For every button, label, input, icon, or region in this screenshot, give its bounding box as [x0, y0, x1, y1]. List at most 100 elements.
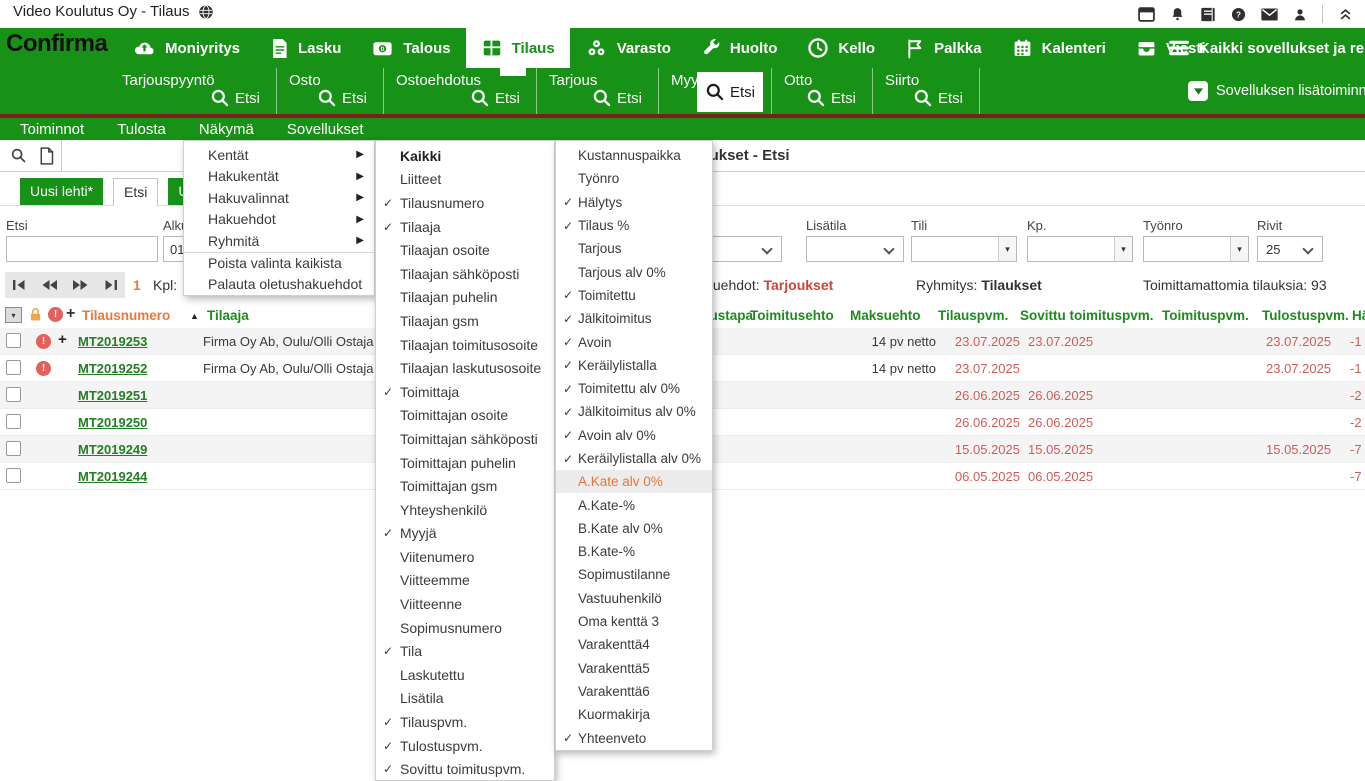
column-header-toimituspvm[interactable]: Toimituspvm.	[1162, 308, 1249, 323]
menu-item[interactable]: Tilaajan toimitusosoite	[376, 333, 554, 357]
globe-icon[interactable]	[198, 4, 214, 20]
menu-item[interactable]: ✓ Myyjä	[376, 522, 554, 546]
menu-item[interactable]: Lisätila	[376, 687, 554, 711]
menu-item[interactable]: Palauta oletushakuehdot	[184, 273, 374, 295]
menu-item[interactable]: B.Kate-%	[556, 540, 712, 563]
menu-item[interactable]: A.Kate alv 0%	[556, 470, 712, 493]
lisatila-select[interactable]	[806, 236, 904, 262]
menu-item[interactable]: ✓ Sovittu toimituspvm.	[376, 757, 554, 781]
collapse-chevrons-icon[interactable]	[1338, 7, 1353, 22]
menu-item[interactable]: Tilaajan gsm	[376, 309, 554, 333]
subnav-search-button[interactable]: Etsi	[798, 85, 864, 111]
menu-item[interactable]: Toimittajan sähköposti	[376, 427, 554, 451]
subnav-search-button[interactable]: Etsi	[202, 85, 268, 111]
prev-page-button[interactable]	[41, 279, 58, 291]
menu-item[interactable]: Kentät ▶	[184, 144, 374, 166]
menu-item[interactable]: ✓ Toimitettu alv 0%	[556, 377, 712, 400]
nav-item-lasku[interactable]: Lasku	[255, 28, 356, 68]
menu-item[interactable]: ✓ Keräilylistalla alv 0%	[556, 447, 712, 470]
menu-item[interactable]: Oma kenttä 3	[556, 610, 712, 633]
menu-item[interactable]: ✓ Tila	[376, 639, 554, 663]
menu-item[interactable]: B.Kate alv 0%	[556, 517, 712, 540]
menu-item[interactable]: Kuormakirja	[556, 703, 712, 726]
row-checkbox[interactable]	[6, 387, 21, 402]
subnav-search-button[interactable]: Etsi	[309, 85, 375, 111]
order-number-link[interactable]: MT2019244	[78, 469, 147, 484]
next-page-button[interactable]	[72, 279, 89, 291]
menu-item[interactable]: Toimittajan gsm	[376, 474, 554, 498]
menubar-item[interactable]: Sovellukset	[287, 121, 364, 138]
subnav-search-button[interactable]: Etsi	[697, 72, 763, 112]
menu-item[interactable]: Sopimustilanne	[556, 563, 712, 586]
nav-item-talous[interactable]: 0 Talous	[356, 28, 465, 68]
caret-down-icon[interactable]: ▾	[998, 237, 1016, 261]
kp-combobox[interactable]: ▾	[1027, 236, 1133, 262]
menu-item[interactable]: ✓ Tilauspvm.	[376, 710, 554, 734]
new-document-icon[interactable]	[39, 147, 54, 165]
menu-item[interactable]: Kustannuspaikka	[556, 144, 712, 167]
nav-item-palkka[interactable]: Palkka	[890, 28, 997, 68]
menu-item[interactable]: Tilaajan puhelin	[376, 286, 554, 310]
nav-item-moniyritys[interactable]: Moniyritys	[118, 28, 255, 68]
menu-item[interactable]: Varakenttä4	[556, 633, 712, 656]
tab-new-sheet[interactable]: Uusi lehti*	[20, 178, 103, 206]
sort-ascending-icon[interactable]: ▲	[190, 311, 199, 321]
menu-item[interactable]: Ryhmitä ▶	[184, 230, 374, 252]
menu-item[interactable]: Varakenttä6	[556, 680, 712, 703]
nav-item-varasto[interactable]: Varasto	[570, 28, 686, 68]
menu-item[interactable]: Poista valinta kaikista	[184, 252, 374, 274]
menu-item[interactable]: Toimittajan puhelin	[376, 451, 554, 475]
menu-item[interactable]: Tilaajan laskutusosoite	[376, 356, 554, 380]
menu-item[interactable]: Viitteenne	[376, 592, 554, 616]
column-header-halytys[interactable]: Hälytys	[1352, 308, 1365, 323]
menu-item[interactable]: Vastuuhenkilö	[556, 587, 712, 610]
all-apps-button[interactable]: Kaikki sovellukset ja rekisterit	[1168, 28, 1365, 68]
user-icon[interactable]	[1293, 7, 1307, 22]
subnav-search-button[interactable]: Etsi	[462, 85, 528, 111]
select-all-dropdown-icon[interactable]: ▾	[5, 307, 22, 323]
menu-item[interactable]: ✓ Jälkitoimitus alv 0%	[556, 400, 712, 423]
menu-item[interactable]: ✓ Avoin	[556, 330, 712, 353]
contact-book-icon[interactable]	[1200, 7, 1216, 22]
current-page-number[interactable]: 1	[133, 277, 141, 293]
menu-item[interactable]: Hakuehdot ▶	[184, 209, 374, 231]
order-number-link[interactable]: MT2019252	[78, 361, 147, 376]
menu-item[interactable]: ✓ Yhteenveto	[556, 726, 712, 749]
menu-item[interactable]: Yhteyshenkilö	[376, 498, 554, 522]
menu-item[interactable]: A.Kate-%	[556, 493, 712, 516]
row-checkbox[interactable]	[6, 441, 21, 456]
menu-item[interactable]: Toimittajan osoite	[376, 404, 554, 428]
window-icon[interactable]	[1138, 7, 1155, 22]
column-header-sovittu-toimituspvm[interactable]: Sovittu toimituspvm.	[1020, 308, 1154, 323]
order-number-link[interactable]: MT2019253	[78, 334, 147, 349]
row-expand-icon[interactable]: +	[58, 331, 67, 348]
menu-item[interactable]: ✓ Toimittaja	[376, 380, 554, 404]
menubar-item[interactable]: Näkymä	[199, 121, 254, 138]
menu-item[interactable]: ✓ Avoin alv 0%	[556, 424, 712, 447]
column-header-tilausnumero[interactable]: Tilausnumero	[82, 308, 170, 323]
menu-item[interactable]: ✓ Tilausnumero	[376, 191, 554, 215]
row-checkbox[interactable]	[6, 414, 21, 429]
tyonro-combobox[interactable]: ▾	[1143, 236, 1249, 262]
last-page-button[interactable]	[104, 279, 118, 291]
order-number-link[interactable]: MT2019250	[78, 415, 147, 430]
mail-icon[interactable]	[1261, 8, 1278, 21]
subnav-search-button[interactable]: Etsi	[905, 85, 971, 111]
menu-item[interactable]: Kaikki	[376, 144, 554, 168]
menu-item[interactable]: Liitteet	[376, 168, 554, 192]
menu-item[interactable]: Sopimusnumero	[376, 616, 554, 640]
menu-item[interactable]: ✓ Jälkitoimitus	[556, 307, 712, 330]
first-page-button[interactable]	[12, 279, 26, 291]
alert-icon[interactable]: !	[48, 307, 63, 322]
column-header-tulostuspvm[interactable]: Tulostuspvm.	[1262, 308, 1349, 323]
nav-item-kalenteri[interactable]: Kalenteri	[997, 28, 1121, 68]
help-icon[interactable]: ?	[1231, 7, 1246, 22]
app-logo[interactable]: Confirma	[6, 30, 107, 58]
menu-item[interactable]: ✓ Tulostuspvm.	[376, 734, 554, 758]
caret-down-icon[interactable]: ▾	[1230, 237, 1248, 261]
add-icon[interactable]: +	[66, 305, 75, 323]
menu-item[interactable]: Laskutettu	[376, 663, 554, 687]
menu-item[interactable]: Viitenumero	[376, 545, 554, 569]
lock-icon[interactable]	[28, 307, 43, 323]
column-header-tilauspvm[interactable]: Tilauspvm.	[938, 308, 1008, 323]
